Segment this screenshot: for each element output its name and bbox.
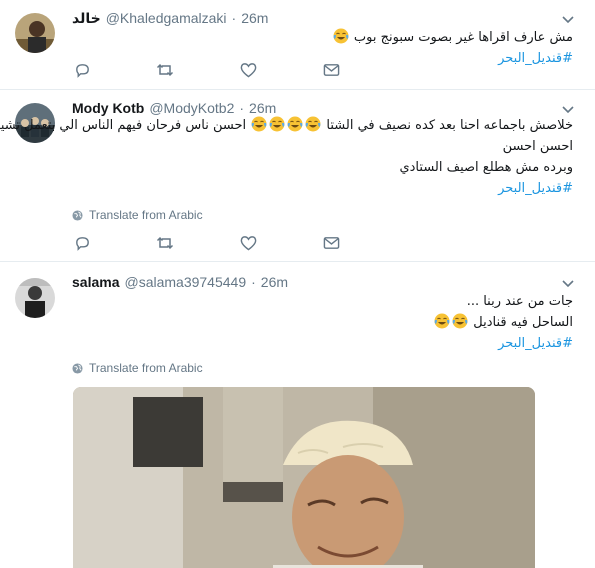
tweet-item[interactable]: Mody Kotb @ModyKotb2 · 26m خلاصش باجماعه… bbox=[0, 90, 595, 262]
chevron-down-icon[interactable] bbox=[561, 102, 575, 116]
user-handle[interactable]: @salama39745449 bbox=[124, 274, 246, 290]
timestamp[interactable]: 26m bbox=[261, 274, 288, 290]
tweet-text-segment: خلاصش باجماعه احنا بعد كده نصيف في الشتا bbox=[326, 118, 573, 133]
tweet-actions bbox=[72, 233, 342, 253]
face-with-tears-of-joy-emoji bbox=[333, 28, 349, 44]
face-with-tears-of-joy-emoji bbox=[251, 116, 267, 132]
user-name[interactable]: خالد bbox=[72, 10, 101, 27]
tweet-text: جات من عند ربنا ... الساحل فيه قناديل #ق… bbox=[72, 291, 573, 354]
reply-icon[interactable] bbox=[72, 60, 92, 80]
separator: · bbox=[251, 274, 256, 290]
tweet-line: خلاصش باجماعه احنا بعد كده نصيف في الشتا… bbox=[0, 115, 573, 136]
user-handle[interactable]: @ModyKotb2 bbox=[149, 100, 234, 116]
retweet-icon[interactable] bbox=[155, 233, 175, 253]
globe-icon bbox=[72, 209, 83, 221]
tweet-line: احسن احسن bbox=[502, 139, 573, 154]
tweet-line: الساحل فيه قناديل bbox=[72, 312, 573, 333]
tweet-feed: خالد @Khaledgamalzaki · 26m مش عارف اقرا… bbox=[0, 0, 595, 568]
chevron-down-icon[interactable] bbox=[561, 12, 575, 26]
timestamp[interactable]: 26m bbox=[241, 10, 268, 26]
face-with-tears-of-joy-emoji bbox=[434, 313, 450, 329]
face-with-tears-of-joy-emoji bbox=[305, 116, 321, 132]
face-with-tears-of-joy-emoji bbox=[269, 116, 285, 132]
face-with-tears-of-joy-emoji bbox=[452, 313, 468, 329]
reply-icon[interactable] bbox=[72, 233, 92, 253]
hashtag-link[interactable]: #قنديل_البحر bbox=[72, 178, 573, 199]
tweet-text-segment: احسن ناس فرحان فيهم الناس الي بتعمل تشيك… bbox=[0, 118, 247, 133]
heart-icon[interactable] bbox=[239, 233, 259, 253]
tweet-line: وبرده مش هطلع اصيف الستادي bbox=[399, 160, 573, 175]
timestamp[interactable]: 26m bbox=[249, 100, 276, 116]
avatar[interactable] bbox=[15, 13, 55, 53]
separator: · bbox=[239, 100, 245, 116]
separator: · bbox=[231, 10, 237, 26]
direct-message-icon[interactable] bbox=[322, 60, 342, 80]
retweet-icon[interactable] bbox=[155, 60, 175, 80]
chevron-down-icon[interactable] bbox=[561, 276, 575, 290]
tweet-line: جات من عند ربنا ... bbox=[466, 294, 573, 309]
tweet-line: مش عارف اقراها غير بصوت سبونج بوب bbox=[72, 27, 573, 48]
hashtag-link[interactable]: #قنديل_البحر bbox=[72, 333, 573, 354]
translate-label: Translate from Arabic bbox=[89, 208, 203, 222]
translate-link[interactable]: Translate from Arabic bbox=[72, 208, 203, 222]
photo-image bbox=[73, 387, 535, 568]
heart-icon[interactable] bbox=[239, 60, 259, 80]
user-name[interactable]: Mody Kotb bbox=[72, 100, 144, 116]
face-with-tears-of-joy-emoji bbox=[287, 116, 303, 132]
user-handle[interactable]: @Khaledgamalzaki bbox=[106, 10, 227, 26]
translate-label: Translate from Arabic bbox=[89, 361, 203, 375]
translate-link[interactable]: Translate from Arabic bbox=[72, 361, 203, 375]
tweet-header: salama @salama39745449 · 26m bbox=[72, 272, 555, 292]
user-name[interactable]: salama bbox=[72, 274, 119, 290]
tweet-actions bbox=[72, 60, 342, 80]
tweet-text: خلاصش باجماعه احنا بعد كده نصيف في الشتا… bbox=[0, 115, 573, 199]
tweet-media-image[interactable] bbox=[73, 387, 535, 568]
tweet-header: خالد @Khaledgamalzaki · 26m bbox=[72, 8, 555, 28]
globe-icon bbox=[72, 362, 83, 374]
tweet-text-segment: الساحل فيه قناديل bbox=[473, 315, 573, 330]
tweet-text-segment: مش عارف اقراها غير بصوت سبونج بوب bbox=[353, 30, 573, 45]
avatar[interactable] bbox=[15, 278, 55, 318]
direct-message-icon[interactable] bbox=[322, 233, 342, 253]
tweet-item[interactable]: خالد @Khaledgamalzaki · 26m مش عارف اقرا… bbox=[0, 0, 595, 90]
